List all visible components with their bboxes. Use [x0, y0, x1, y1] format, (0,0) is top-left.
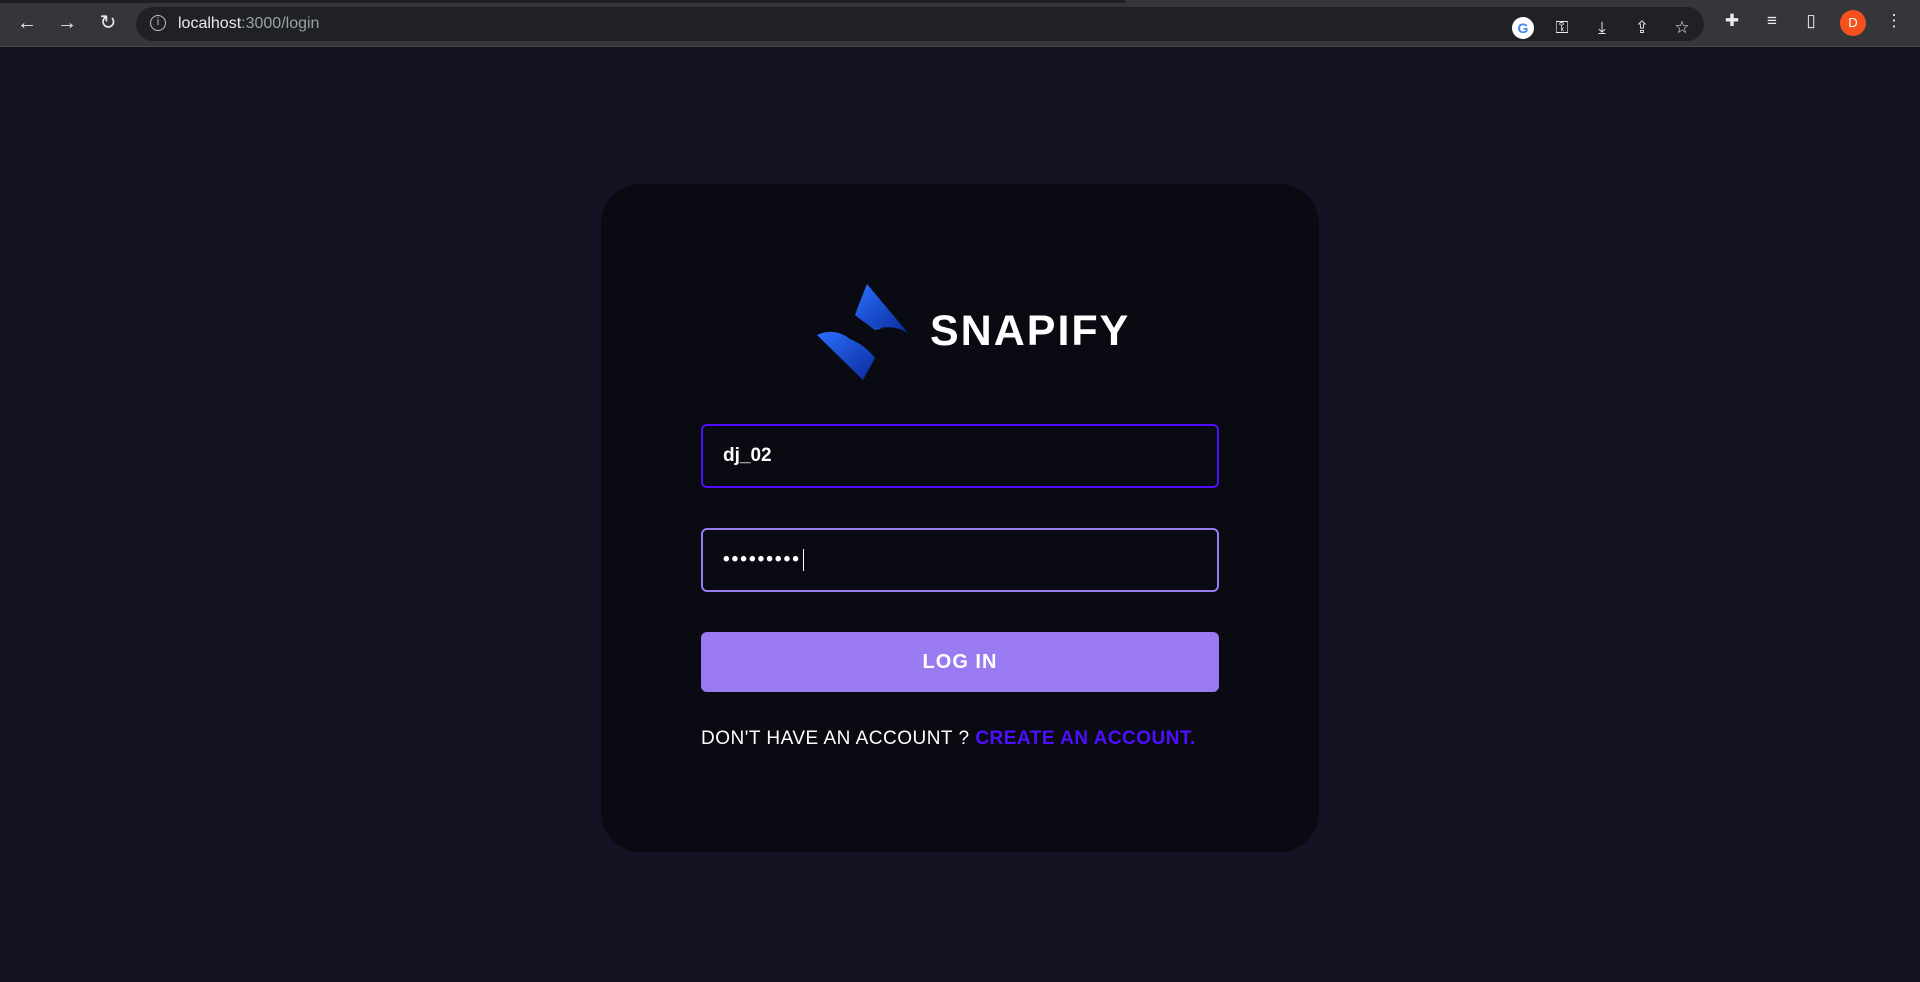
address-bar[interactable]: i localhost:3000/login G ⚿ ⤓ ⇪ ☆: [136, 7, 1704, 41]
password-value: •••••••••: [723, 549, 801, 570]
url-text[interactable]: localhost:3000/login: [178, 15, 319, 33]
tab-strip: [0, 0, 1125, 3]
install-icon[interactable]: ⤓: [1591, 17, 1613, 39]
menu-icon[interactable]: ⋮: [1883, 10, 1905, 32]
forward-icon[interactable]: →: [55, 12, 79, 34]
login-button[interactable]: LOG IN: [701, 632, 1219, 692]
reload-icon[interactable]: ↻: [96, 12, 120, 34]
back-icon[interactable]: ←: [15, 12, 39, 34]
snapify-logo-icon: [817, 284, 908, 380]
brand-name: SNAPIFY: [930, 307, 1131, 355]
text-caret: [802, 549, 804, 571]
side-panel-icon[interactable]: ▯: [1800, 10, 1822, 32]
info-icon[interactable]: i: [150, 15, 166, 31]
url-path: :3000/login: [241, 15, 320, 32]
share-icon[interactable]: ⇪: [1631, 17, 1653, 39]
username-value: dj_02: [723, 445, 772, 466]
extensions-icon[interactable]: ✚: [1721, 10, 1743, 32]
register-prompt: DON'T HAVE AN ACCOUNT ? CREATE AN ACCOUN…: [701, 728, 1231, 750]
login-card: SNAPIFY dj_02 ••••••••• LOG IN DON'T HAV…: [601, 184, 1319, 852]
star-icon[interactable]: ☆: [1671, 17, 1693, 39]
register-prompt-text: DON'T HAVE AN ACCOUNT ?: [701, 728, 970, 749]
username-input[interactable]: dj_02: [701, 424, 1219, 488]
google-icon[interactable]: G: [1512, 17, 1534, 39]
create-account-link[interactable]: CREATE AN ACCOUNT.: [975, 728, 1195, 749]
url-host: localhost: [178, 15, 242, 32]
key-icon[interactable]: ⚿: [1551, 17, 1573, 39]
profile-avatar[interactable]: D: [1840, 10, 1866, 36]
browser-toolbar: ← → ↻ i localhost:3000/login G ⚿ ⤓ ⇪ ☆ ✚…: [0, 0, 1920, 47]
brand: SNAPIFY: [815, 283, 1130, 380]
reading-list-icon[interactable]: ≡: [1761, 10, 1783, 32]
password-input[interactable]: •••••••••: [701, 528, 1219, 592]
